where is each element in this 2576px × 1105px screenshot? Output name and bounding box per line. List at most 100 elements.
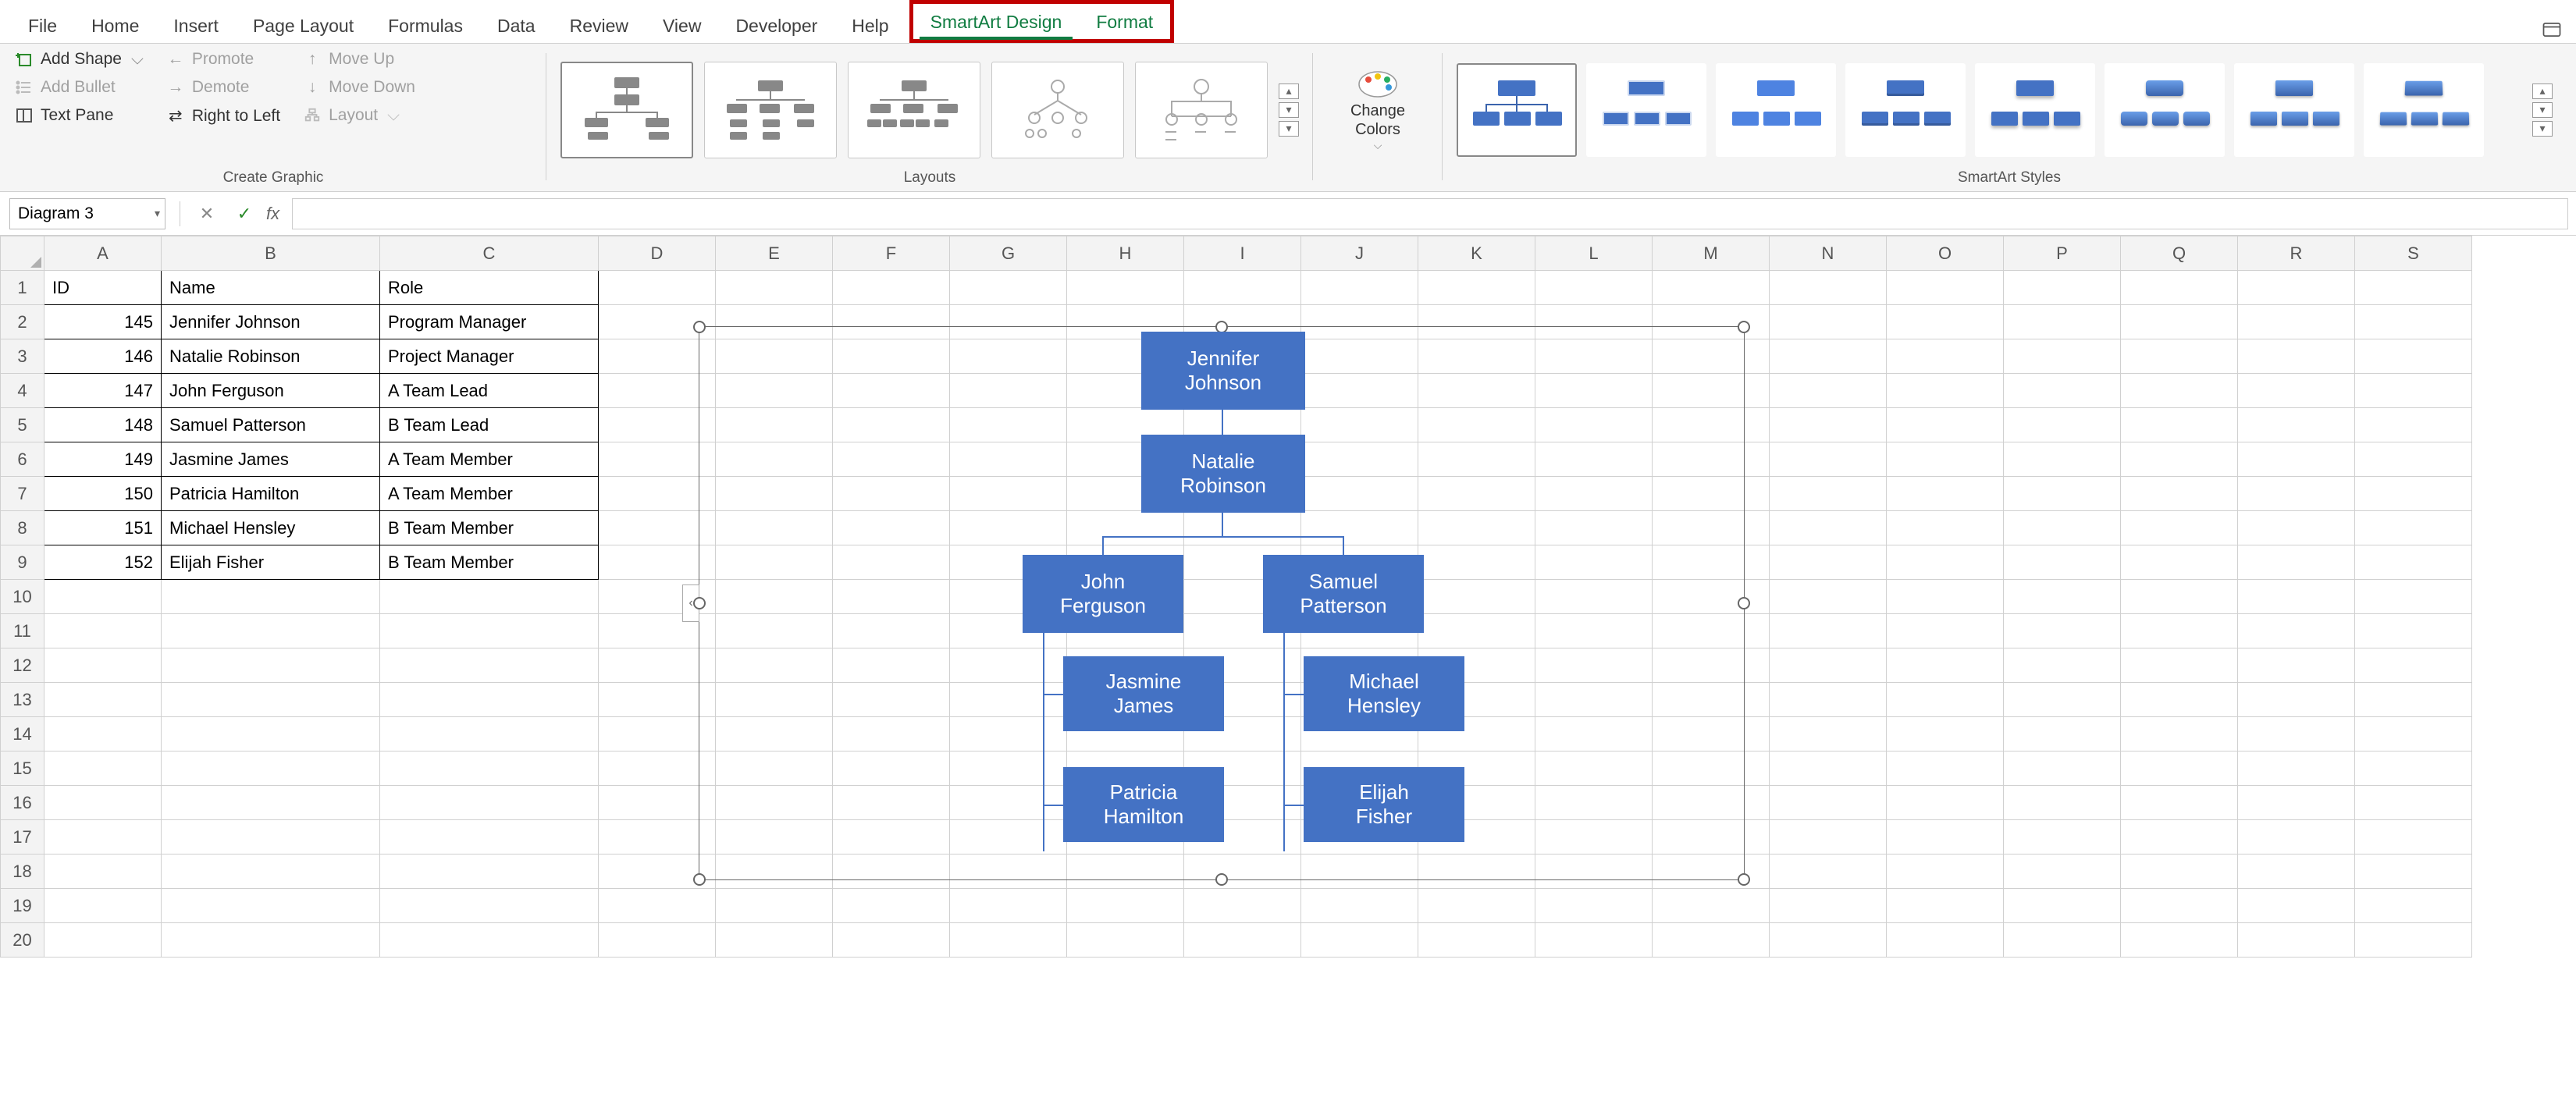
col-header-Q[interactable]: Q: [2121, 236, 2238, 271]
tab-home[interactable]: Home: [74, 8, 156, 43]
resize-handle-tr[interactable]: [1738, 321, 1750, 333]
name-box[interactable]: Diagram 3: [9, 198, 165, 229]
layouts-up[interactable]: ▴: [1279, 83, 1299, 99]
tab-data[interactable]: Data: [480, 8, 553, 43]
style-option-8[interactable]: [2364, 63, 2484, 157]
move-up-label: Move Up: [329, 50, 394, 69]
resize-handle-b[interactable]: [1215, 873, 1228, 886]
col-header-G[interactable]: G: [950, 236, 1067, 271]
col-header-A[interactable]: A: [44, 236, 162, 271]
col-header-H[interactable]: H: [1067, 236, 1184, 271]
select-all-corner[interactable]: [1, 236, 44, 271]
org-node-a-member-1[interactable]: Jasmine James: [1063, 656, 1224, 731]
styles-up[interactable]: ▴: [2532, 83, 2553, 99]
fx-icon[interactable]: fx: [266, 204, 279, 224]
layout-menu-label: Layout: [329, 106, 378, 125]
rtl-icon: ⇄: [165, 106, 186, 126]
resize-handle-r[interactable]: [1738, 597, 1750, 609]
style-option-7[interactable]: [2234, 63, 2354, 157]
cell[interactable]: ID: [44, 271, 162, 305]
add-shape-icon: [14, 50, 34, 69]
rtl-button[interactable]: ⇄ Right to Left: [165, 106, 280, 126]
tab-formulas[interactable]: Formulas: [371, 8, 480, 43]
col-header-J[interactable]: J: [1301, 236, 1418, 271]
cancel-formula-icon[interactable]: ✕: [188, 204, 226, 224]
style-option-3[interactable]: [1716, 63, 1836, 157]
style-option-1[interactable]: [1457, 63, 1577, 157]
org-node-program-manager[interactable]: Jennifer Johnson: [1141, 332, 1305, 410]
rtl-label: Right to Left: [192, 107, 280, 126]
layouts-scroll: ▴ ▾ ▾: [1279, 83, 1299, 137]
col-header-I[interactable]: I: [1184, 236, 1301, 271]
style-option-4[interactable]: [1845, 63, 1966, 157]
share-icon[interactable]: [2539, 16, 2565, 43]
org-node-a-member-2[interactable]: Patricia Hamilton: [1063, 767, 1224, 842]
arrow-down-icon: ↓: [302, 78, 322, 97]
style-option-5[interactable]: [1975, 63, 2095, 157]
col-header-S[interactable]: S: [2355, 236, 2472, 271]
tab-format[interactable]: Format: [1079, 4, 1170, 39]
resize-handle-br[interactable]: [1738, 873, 1750, 886]
col-header-C[interactable]: C: [380, 236, 599, 271]
org-node-a-lead[interactable]: John Ferguson: [1023, 555, 1183, 633]
change-colors-label: Change Colors: [1350, 101, 1405, 139]
org-node-b-member-1[interactable]: Michael Hensley: [1304, 656, 1464, 731]
cell[interactable]: Role: [380, 271, 599, 305]
demote-button: →Demote: [165, 78, 280, 97]
add-shape-button[interactable]: Add Shape ⌵: [14, 50, 144, 69]
tab-page-layout[interactable]: Page Layout: [236, 8, 371, 43]
add-bullet-button: Add Bullet: [14, 78, 144, 97]
col-header-B[interactable]: B: [162, 236, 380, 271]
group-label-create: Create Graphic: [14, 169, 532, 190]
context-tab-highlight: SmartArt Design Format: [909, 0, 1175, 43]
tab-help[interactable]: Help: [834, 8, 906, 43]
row-header[interactable]: 1: [1, 271, 44, 305]
layout-option-2[interactable]: [704, 62, 837, 158]
tab-smartart-design[interactable]: SmartArt Design: [913, 4, 1080, 39]
col-header-N[interactable]: N: [1770, 236, 1887, 271]
col-header-L[interactable]: L: [1535, 236, 1653, 271]
col-header-O[interactable]: O: [1887, 236, 2004, 271]
text-pane-button[interactable]: Text Pane: [14, 106, 144, 125]
resize-handle-bl[interactable]: [693, 873, 706, 886]
tab-insert[interactable]: Insert: [156, 8, 236, 43]
col-header-D[interactable]: D: [599, 236, 716, 271]
col-header-K[interactable]: K: [1418, 236, 1535, 271]
ribbon: Add Shape ⌵ Add Bullet Text Pane: [0, 44, 2576, 192]
resize-handle-l[interactable]: [693, 597, 706, 609]
change-colors-button[interactable]: Change Colors ⌵: [1327, 67, 1429, 152]
style-option-2[interactable]: [1586, 63, 1706, 157]
tab-view[interactable]: View: [646, 8, 718, 43]
style-option-6[interactable]: [2105, 63, 2225, 157]
tab-developer[interactable]: Developer: [718, 8, 834, 43]
styles-down[interactable]: ▾: [2532, 102, 2553, 118]
col-header-P[interactable]: P: [2004, 236, 2121, 271]
promote-button: ←Promote: [165, 50, 280, 69]
layout-option-5[interactable]: [1135, 62, 1268, 158]
formula-input[interactable]: [292, 198, 2568, 229]
org-node-b-lead[interactable]: Samuel Patterson: [1263, 555, 1424, 633]
enter-formula-icon[interactable]: ✓: [226, 204, 263, 224]
layout-option-1[interactable]: [560, 62, 693, 158]
layouts-down[interactable]: ▾: [1279, 102, 1299, 118]
resize-handle-tl[interactable]: [693, 321, 706, 333]
org-node-project-manager[interactable]: Natalie Robinson: [1141, 435, 1305, 513]
group-create-graphic: Add Shape ⌵ Add Bullet Text Pane: [0, 44, 546, 191]
arrow-up-icon: ↑: [302, 50, 322, 69]
tab-file[interactable]: File: [11, 8, 74, 43]
col-header-M[interactable]: M: [1653, 236, 1770, 271]
org-node-b-member-2[interactable]: Elijah Fisher: [1304, 767, 1464, 842]
tab-review[interactable]: Review: [553, 8, 646, 43]
table-row[interactable]: 1 ID Name Role: [1, 271, 2472, 305]
layouts-more[interactable]: ▾: [1279, 121, 1299, 137]
layout-option-4[interactable]: [991, 62, 1124, 158]
styles-more[interactable]: ▾: [2532, 121, 2553, 137]
col-header-F[interactable]: F: [833, 236, 950, 271]
chevron-down-icon: ⌵: [131, 50, 144, 69]
col-header-R[interactable]: R: [2238, 236, 2355, 271]
group-label-styles: SmartArt Styles: [1457, 169, 2562, 190]
col-header-E[interactable]: E: [716, 236, 833, 271]
smartart-object[interactable]: ‹ Jennifer Johnson Natalie Robinson John…: [699, 326, 1745, 880]
layout-option-3[interactable]: [848, 62, 980, 158]
cell[interactable]: Name: [162, 271, 380, 305]
